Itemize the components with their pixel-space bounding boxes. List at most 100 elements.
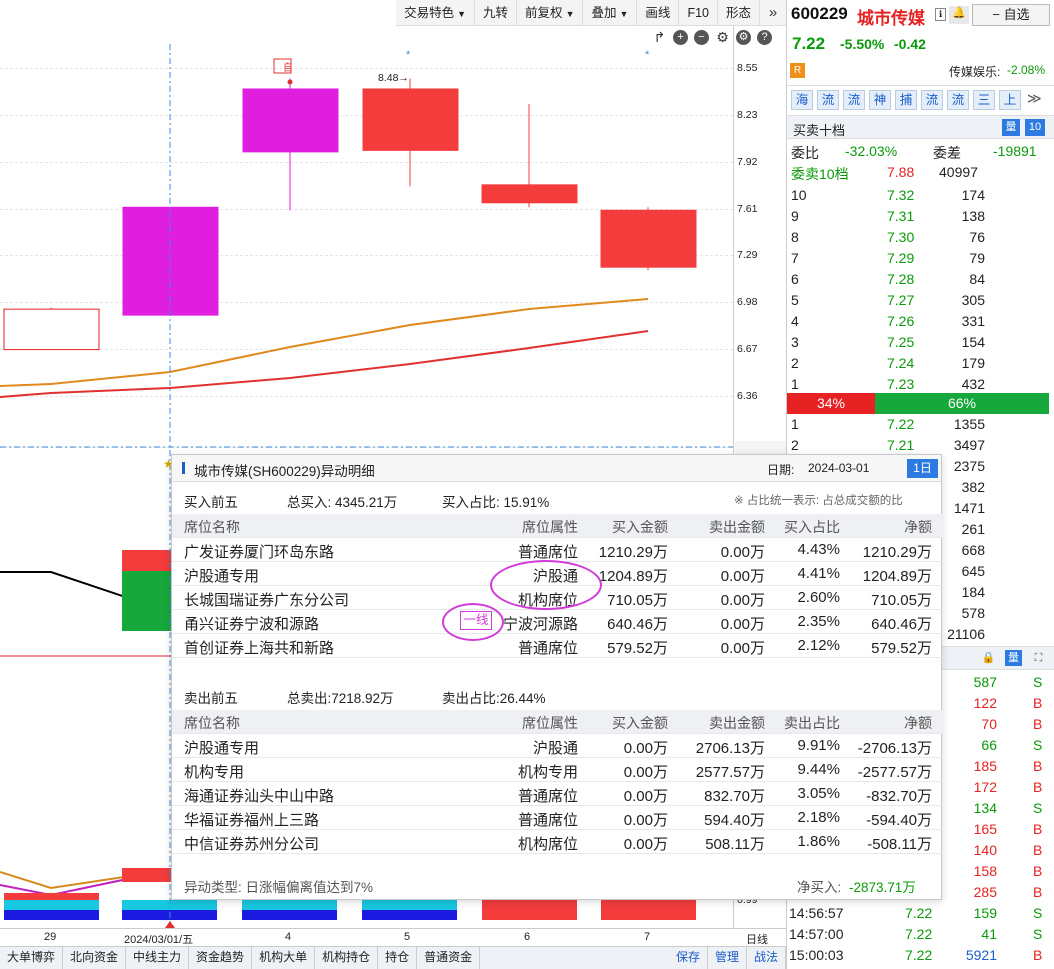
ratio-buy: 34% bbox=[787, 393, 875, 414]
sell10-label: 委卖10档 bbox=[791, 166, 849, 182]
level: 1 bbox=[791, 416, 799, 432]
sell-table-row: 沪股通专用 沪股通 0.00万 2706.13万 9.91% -2706.13万 bbox=[172, 734, 943, 758]
highlight-circle bbox=[490, 560, 602, 610]
level: 5 bbox=[791, 292, 799, 308]
cell-4: 2.12% bbox=[797, 637, 840, 654]
cell-3: 594.40万 bbox=[704, 812, 765, 829]
tick-side: S bbox=[1033, 905, 1043, 921]
cell-5: -2706.13万 bbox=[857, 740, 932, 757]
y-tick-label: 8.55 bbox=[737, 62, 758, 74]
indicator-tab-4[interactable]: 机构大单 bbox=[252, 947, 316, 969]
info-icon[interactable]: ℹ bbox=[935, 8, 946, 21]
tick-side: S bbox=[1033, 737, 1043, 753]
ask-price: 7.25 bbox=[887, 334, 915, 350]
tick-side: B bbox=[1033, 779, 1043, 795]
cell-0: 中信证券苏州分公司 bbox=[184, 836, 320, 853]
x-tick-label: 7 bbox=[644, 931, 651, 943]
ask-price: 7.32 bbox=[887, 187, 915, 203]
candle-body bbox=[3, 308, 100, 351]
date-label: 日期: bbox=[767, 463, 795, 477]
indicator-tab-5[interactable]: 机构持仓 bbox=[315, 947, 379, 969]
net-buy-value: -2873.71万 bbox=[849, 880, 916, 895]
orderbook-title: 买卖十档 bbox=[793, 123, 846, 138]
volume-badge[interactable]: 量 bbox=[1005, 650, 1022, 666]
cell-5: 1210.29万 bbox=[862, 544, 932, 561]
action-0[interactable]: 保存 bbox=[669, 947, 708, 969]
indicator-tab-6[interactable]: 持仓 bbox=[378, 947, 418, 969]
indicator-tab-3[interactable]: 资金趋势 bbox=[189, 947, 253, 969]
close-icon[interactable]: ? bbox=[757, 30, 772, 45]
divider bbox=[787, 85, 1054, 86]
cell-0: 席位名称 bbox=[184, 715, 240, 731]
action-1[interactable]: 管理 bbox=[708, 947, 747, 969]
feature-tab-1[interactable]: 流 bbox=[817, 90, 839, 110]
feature-tab-7[interactable]: 三 bbox=[973, 90, 995, 110]
indicator-tabs: 大单博弈 北向资金 中线主力 资金趋势 机构大单 机构持仓 持仓 普通资金 保存 管理 战法 bbox=[0, 946, 786, 969]
indicator-tab-1[interactable]: 北向资金 bbox=[63, 947, 127, 969]
fullscreen-icon[interactable]: ⛶ bbox=[1030, 650, 1047, 666]
pct-change: -5.50% bbox=[840, 36, 885, 52]
indicator-tab-0[interactable]: 大单博弈 bbox=[0, 947, 64, 969]
cell-2: 640.46万 bbox=[607, 616, 668, 633]
level: 3 bbox=[791, 334, 799, 350]
more-icon[interactable]: » bbox=[760, 0, 786, 25]
cell-0: 甬兴证券宁波和源路 bbox=[184, 616, 320, 633]
feature-tab-2[interactable]: 流 bbox=[843, 90, 865, 110]
action-2[interactable]: 战法 bbox=[747, 947, 786, 969]
candle-body bbox=[362, 88, 459, 151]
ask-price: 7.23 bbox=[887, 376, 915, 392]
candle-body bbox=[600, 209, 697, 268]
weicha-label: 委差 bbox=[933, 145, 961, 161]
ask-price: 7.24 bbox=[887, 355, 915, 371]
lock-icon[interactable]: 🔒 bbox=[980, 650, 997, 666]
feature-tab-5[interactable]: 流 bbox=[921, 90, 943, 110]
ask-row: 4 7.26 331 bbox=[791, 313, 985, 329]
gear-icon[interactable]: ⚙ bbox=[736, 30, 751, 45]
bell-icon[interactable]: 🔔 bbox=[949, 6, 969, 24]
cell-3: 0.00万 bbox=[720, 616, 765, 633]
expand-icon[interactable]: ≫ bbox=[1027, 90, 1042, 107]
cell-4: 2.35% bbox=[797, 613, 840, 630]
period-button[interactable]: 1日 bbox=[907, 459, 938, 478]
x-tick-label: 日线 bbox=[746, 934, 768, 946]
cell-1: 机构专用 bbox=[517, 764, 578, 781]
cell-4: 2.18% bbox=[797, 809, 840, 826]
ask-price: 7.26 bbox=[887, 313, 915, 329]
cell-0: 华福证券福州上三路 bbox=[184, 812, 320, 829]
feature-tab-8[interactable]: 上 bbox=[999, 90, 1021, 110]
tick-side: B bbox=[1033, 821, 1043, 837]
feature-tab-6[interactable]: 流 bbox=[947, 90, 969, 110]
cell-5: -2577.57万 bbox=[857, 764, 932, 781]
feature-tab-3[interactable]: 神 bbox=[869, 90, 891, 110]
date-marker-icon bbox=[165, 921, 175, 928]
y-tick-label: 7.29 bbox=[737, 249, 758, 261]
weibi-row: 委比 -32.03% 委差 -19891 bbox=[787, 141, 1054, 162]
level: 4 bbox=[791, 313, 799, 329]
tick-row: 14:57:00 7.22 41 S bbox=[789, 926, 1043, 942]
ask-row: 8 7.30 76 bbox=[791, 229, 985, 245]
cell-3: 0.00万 bbox=[720, 640, 765, 657]
change: -0.42 bbox=[894, 36, 926, 52]
ask-row: 2 7.24 179 bbox=[791, 355, 985, 371]
y-tick-label: 7.61 bbox=[737, 203, 758, 215]
feature-tab-4[interactable]: 捕 bbox=[895, 90, 917, 110]
sell10-vol: 40997 bbox=[939, 164, 978, 180]
depth-badge[interactable]: 10 bbox=[1025, 119, 1045, 136]
volume-bar bbox=[601, 900, 696, 920]
level: 8 bbox=[791, 229, 799, 245]
bid-row: 2 7.21 3497 bbox=[791, 437, 985, 453]
indicator-tab-2[interactable]: 中线主力 bbox=[126, 947, 190, 969]
buy-ratio: 买入占比: 15.91% bbox=[442, 495, 550, 510]
volume-badge[interactable]: 量 bbox=[1002, 119, 1020, 136]
level: 6 bbox=[791, 271, 799, 287]
add-watchlist-button[interactable]: − 自选 bbox=[972, 4, 1050, 26]
feature-tab-0[interactable]: 海 bbox=[791, 90, 813, 110]
indicator-tab-7[interactable]: 普通资金 bbox=[417, 947, 481, 969]
high-price-label: 8.48→ bbox=[378, 72, 409, 84]
asterisk-icon: * bbox=[406, 49, 411, 61]
tick-side: B bbox=[1033, 842, 1043, 858]
cell-2: 1210.29万 bbox=[598, 544, 668, 561]
popup-header: 城市传媒(SH600229)异动明细 日期: 2024-03-01 1日 bbox=[172, 455, 941, 482]
ask-row: 1 7.23 432 bbox=[791, 376, 985, 392]
cell-2: 1204.89万 bbox=[598, 568, 668, 585]
